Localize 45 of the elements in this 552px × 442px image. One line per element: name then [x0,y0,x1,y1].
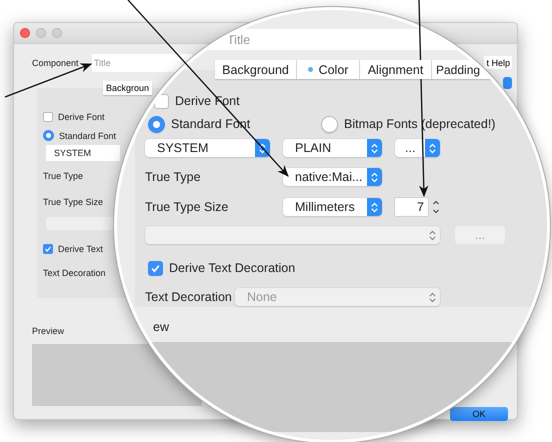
stepper-icon [367,139,382,157]
preview-label: ew [153,320,169,334]
font-name-dropdown[interactable]: SYSTEM [145,139,270,157]
tab[interactable]: Backgroun [103,81,152,95]
component-label: Component [32,58,80,68]
more-dropdown[interactable]: ... [395,139,440,157]
standard-font-radio[interactable] [43,130,54,141]
tab[interactable]: Background [215,60,297,79]
close-button[interactable] [20,28,30,38]
default-button[interactable] [503,77,512,89]
true-type-dropdown[interactable]: native:Mai... [283,168,382,186]
true-type-label: True Type [43,171,84,181]
true-type-label: True Type [145,170,202,184]
unit-dropdown[interactable]: Millimeters [283,198,382,216]
preview-label: Preview [32,326,64,336]
radio-button[interactable] [148,116,165,132]
spinner-icon[interactable] [431,198,441,216]
text-decoration-label: Text Decoration [43,268,106,278]
ok-button[interactable]: OK [450,407,508,421]
derive-text-decoration-label: Derive Text Decoration [169,261,296,275]
check-icon [150,262,161,274]
stepper-icon [367,168,382,186]
derive-text-label: Derive Text [58,244,103,254]
font-style-dropdown[interactable]: PLAIN [283,139,382,157]
true-type-size-label: True Type Size [43,197,104,207]
stepper-icon [367,198,382,216]
derive-text-decoration-checkbox[interactable] [148,260,163,276]
derive-font-checkbox[interactable] [154,94,169,108]
true-type-size-label: True Type Size [145,200,230,214]
empty-field[interactable] [46,217,115,230]
font-dropdown[interactable]: SYSTEM [46,145,120,161]
text-decoration-label: Text Decoration [145,290,233,304]
standard-font-label: Standard Font [59,130,116,140]
help-button[interactable]: t Help [484,56,512,69]
derive-text-checkbox[interactable] [43,244,53,254]
tab[interactable]: Color [297,60,360,79]
derive-font-checkbox[interactable] [43,112,53,122]
size-field[interactable]: 7 [395,198,428,216]
tab[interactable]: Alignment [360,60,432,79]
title-field[interactable]: Title [92,54,192,72]
radio-button[interactable] [321,116,338,132]
derive-font-label: Derive Font [58,112,105,122]
stepper-icon [255,139,270,157]
check-icon [44,245,52,253]
stepper-icon [425,139,440,157]
